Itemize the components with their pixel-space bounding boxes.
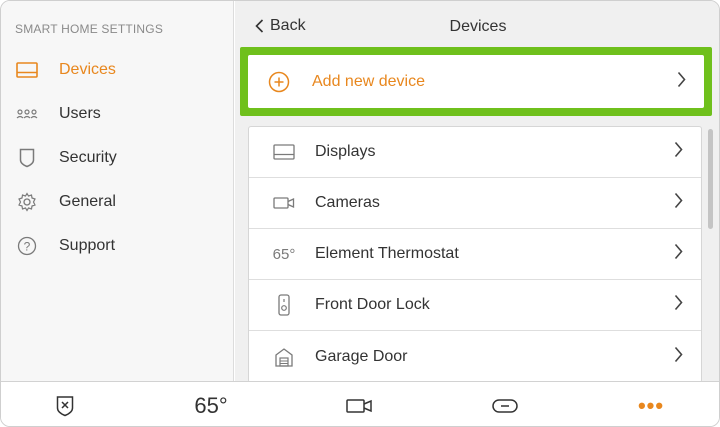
- device-row-cameras[interactable]: Cameras: [249, 178, 701, 229]
- toggle-icon: [492, 398, 518, 413]
- shield-x-icon: [56, 395, 74, 416]
- page-title: Devices: [449, 18, 507, 35]
- bottom-bar: 65° •••: [1, 381, 719, 426]
- add-device-highlight: Add new device: [240, 47, 712, 116]
- display-icon: [15, 58, 39, 82]
- sidebar-heading: SMART HOME SETTINGS: [15, 22, 164, 36]
- sidebar-item-devices[interactable]: Devices: [1, 50, 234, 90]
- sidebar-item-security[interactable]: Security: [1, 138, 234, 178]
- device-row-garage-door[interactable]: Garage Door: [249, 331, 701, 382]
- sidebar-item-label: Security: [59, 149, 117, 166]
- garage-icon: [267, 347, 301, 367]
- add-device-label: Add new device: [312, 72, 425, 90]
- add-new-device-button[interactable]: Add new device: [248, 55, 704, 108]
- device-label: Displays: [315, 143, 376, 160]
- camera-icon: [346, 398, 372, 413]
- plus-circle-icon: [268, 71, 290, 93]
- sidebar-item-general[interactable]: General: [1, 182, 234, 222]
- device-label: Cameras: [315, 194, 380, 211]
- sidebar-item-label: Users: [59, 105, 101, 122]
- help-icon: ?: [15, 234, 39, 258]
- more-button[interactable]: •••: [631, 382, 671, 426]
- sidebar-item-support[interactable]: ? Support: [1, 226, 234, 266]
- camera-button[interactable]: [339, 382, 379, 426]
- chevron-right-icon: [674, 346, 683, 367]
- back-label: Back: [270, 17, 306, 34]
- shield-icon: [15, 146, 39, 170]
- chevron-right-icon: [674, 141, 683, 163]
- app-frame: SMART HOME SETTINGS Devices Users Securi…: [0, 0, 720, 427]
- gear-icon: [15, 190, 39, 214]
- back-button[interactable]: Back: [255, 17, 306, 35]
- device-label: Garage Door: [315, 347, 408, 365]
- device-label: Element Thermostat: [315, 245, 459, 262]
- chevron-left-icon: [255, 19, 264, 33]
- device-row-displays[interactable]: Displays: [249, 127, 701, 178]
- chevron-right-icon: [677, 71, 686, 92]
- device-label: Front Door Lock: [315, 296, 430, 313]
- sidebar: SMART HOME SETTINGS Devices Users Securi…: [1, 1, 234, 381]
- sidebar-item-users[interactable]: Users: [1, 94, 234, 134]
- sidebar-item-label: General: [59, 193, 116, 210]
- device-toggle-button[interactable]: [485, 382, 525, 426]
- security-shield-button[interactable]: [45, 382, 85, 426]
- scrollbar[interactable]: [708, 129, 713, 229]
- users-icon: [15, 102, 39, 126]
- device-list: Displays Cameras 65° Element Thermostat: [248, 126, 702, 383]
- sidebar-item-label: Support: [59, 237, 116, 254]
- main-panel: Back Devices Add new device Displays Cam…: [235, 1, 719, 383]
- chevron-right-icon: [674, 192, 683, 214]
- temperature-button[interactable]: 65°: [186, 382, 236, 426]
- sidebar-item-label: Devices: [59, 61, 116, 78]
- thermostat-icon: 65°: [272, 245, 296, 263]
- chevron-right-icon: [674, 294, 683, 316]
- chevron-right-icon: [674, 243, 683, 265]
- display-icon: [267, 144, 301, 160]
- camera-icon: [267, 197, 301, 209]
- top-bar: Back Devices: [235, 1, 719, 49]
- svg-text:?: ?: [24, 240, 31, 254]
- lock-icon: [267, 294, 301, 316]
- device-row-thermostat[interactable]: 65° Element Thermostat: [249, 229, 701, 280]
- device-row-front-door-lock[interactable]: Front Door Lock: [249, 280, 701, 331]
